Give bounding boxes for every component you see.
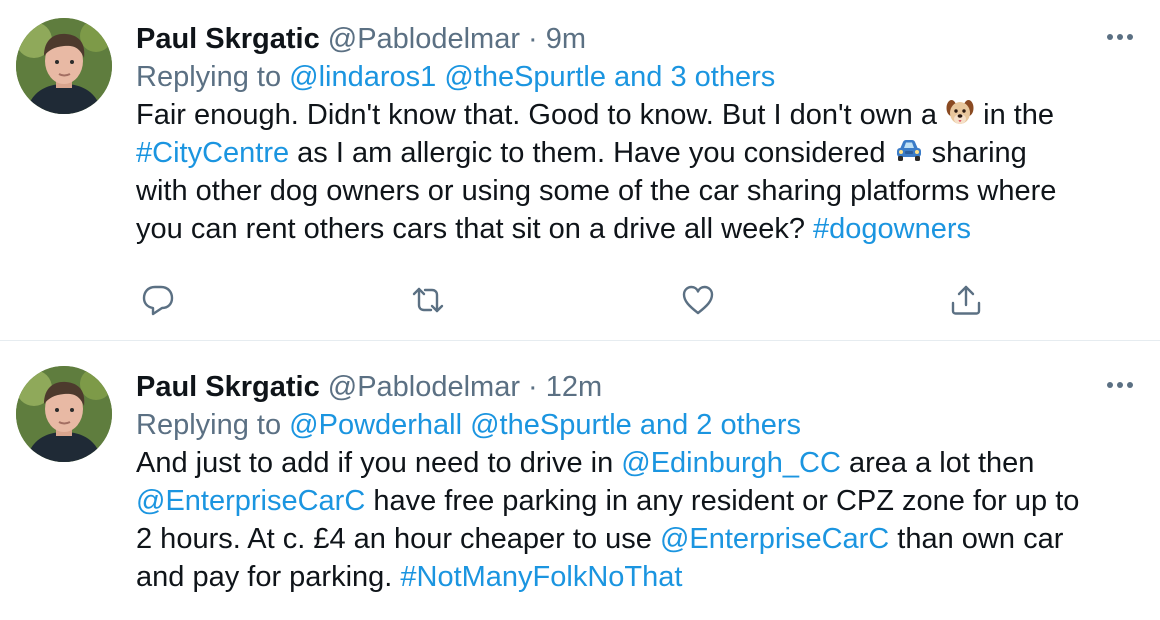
avatar[interactable] [16,366,112,462]
replying-users-link[interactable]: @lindaros1 @theSpurtle and 3 others [289,61,775,93]
author-handle[interactable]: @Pablodelmar [328,368,520,406]
tweet-text-line: you can rent others cars that sit on a d… [136,210,1136,248]
separator-dot: · [528,371,538,403]
avatar[interactable] [16,18,112,114]
author-name[interactable]: Paul Skrgatic [136,20,320,58]
car-emoji [894,136,924,166]
share-icon[interactable] [946,280,986,320]
replying-to: Replying to @Powderhall @theSpurtle and … [136,406,1136,444]
tweet-text-line: @EnterpriseCarC have free parking in any… [136,482,1136,520]
text-segment: Fair enough. Didn't know that. Good to k… [136,99,946,131]
retweet-icon[interactable] [408,280,448,320]
text-segment: you can rent others cars that sit on a d… [136,213,814,245]
replying-users-link[interactable]: @Powderhall @theSpurtle and 2 others [289,409,801,441]
like-icon[interactable] [678,280,718,320]
tweet-header: Paul Skrgatic @Pablodelmar · 12m [136,368,1136,406]
tweet-text-line: with other dog owners or using some of t… [136,172,1136,210]
dog-face-emoji [945,98,975,128]
replying-to: Replying to @lindaros1 @theSpurtle and 3… [136,58,1136,96]
tweet-text-line: 2 hours. At c. £4 an hour cheaper to use… [136,520,1136,558]
tweet-actions [138,280,998,320]
tweet-text-line: and pay for parking. #NotManyFolkNoThat [136,558,1136,596]
text-segment: with other dog owners or using some of t… [136,175,1057,207]
text-segment: sharing [923,137,1027,169]
more-icon[interactable] [1100,370,1140,400]
timestamp[interactable]: 12m [546,368,602,406]
text-segment: have free parking in any resident or CPZ… [365,485,1080,517]
hashtag-link[interactable]: #CityCentre [136,137,289,169]
tweet-text-line: #CityCentre as I am allergic to them. Ha… [136,134,1136,172]
reply-icon[interactable] [138,280,178,320]
text-segment: 2 hours. At c. £4 an hour cheaper to use [136,523,660,555]
replying-prefix: Replying to [136,61,282,93]
more-icon[interactable] [1100,22,1140,52]
replying-prefix: Replying to [136,409,282,441]
timestamp[interactable]: 9m [546,20,586,58]
tweet-text: Fair enough. Didn't know that. Good to k… [136,96,1136,248]
text-segment: area a lot then [840,447,1035,479]
mention-link[interactable]: @Edinburgh_CC [621,447,841,479]
tweet-text-line: And just to add if you need to drive in … [136,444,1136,482]
mention-link[interactable]: @EnterpriseCarC [136,485,365,517]
tweet-2[interactable]: Paul Skrgatic @Pablodelmar · 12m Replyin… [0,340,1160,620]
tweet-text-line: Fair enough. Didn't know that. Good to k… [136,96,1136,134]
text-segment: and pay for parking. [136,561,401,593]
hashtag-link[interactable]: #dogowners [813,213,971,245]
mention-link[interactable]: @EnterpriseCarC [660,523,889,555]
text-segment: than own car [889,523,1064,555]
separator-dot: · [528,23,538,55]
text-segment: as I am allergic to them. Have you consi… [289,137,894,169]
hashtag-link[interactable]: #NotManyFolkNoThat [400,561,682,593]
tweet-header: Paul Skrgatic @Pablodelmar · 9m [136,20,1136,58]
tweet-1[interactable]: Paul Skrgatic @Pablodelmar · 9m Replying… [0,0,1160,340]
author-handle[interactable]: @Pablodelmar [328,20,520,58]
text-segment: And just to add if you need to drive in [136,447,622,479]
author-name[interactable]: Paul Skrgatic [136,368,320,406]
tweet-text: And just to add if you need to drive in … [136,444,1136,596]
text-segment: in the [975,99,1055,131]
